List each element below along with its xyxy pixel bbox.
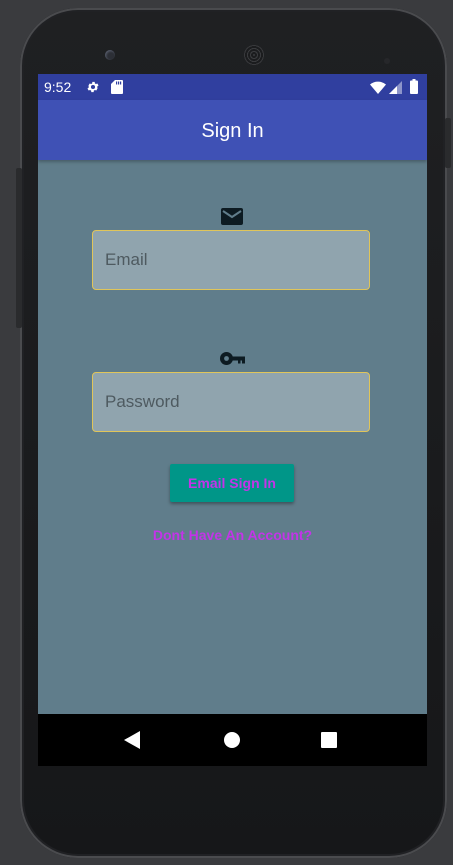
page-title: Sign In	[201, 120, 264, 142]
wifi-icon	[370, 81, 386, 99]
sd-card-icon	[111, 80, 123, 99]
email-icon	[221, 208, 243, 230]
recents-icon[interactable]	[321, 732, 337, 753]
app-bar: Sign In	[38, 100, 427, 160]
power-button	[16, 168, 22, 328]
screen: 9:52 Sign In Email Sign In Dont Have An …	[38, 74, 427, 766]
status-bar: 9:52	[38, 74, 427, 100]
navigation-bar	[38, 714, 427, 766]
front-camera	[105, 50, 115, 60]
cell-signal-icon	[389, 81, 402, 99]
volume-button	[445, 118, 451, 168]
gear-icon	[86, 80, 100, 99]
back-icon[interactable]	[124, 731, 140, 754]
dont-have-account-link[interactable]: Dont Have An Account?	[38, 526, 427, 544]
home-icon[interactable]	[224, 732, 240, 753]
speaker-grille	[244, 45, 264, 65]
sensors	[384, 51, 406, 82]
status-time: 9:52	[44, 79, 72, 95]
email-field[interactable]	[92, 230, 370, 290]
key-icon	[220, 352, 245, 370]
password-field[interactable]	[92, 372, 370, 432]
email-sign-in-button[interactable]: Email Sign In	[170, 464, 294, 502]
battery-icon	[410, 79, 418, 99]
